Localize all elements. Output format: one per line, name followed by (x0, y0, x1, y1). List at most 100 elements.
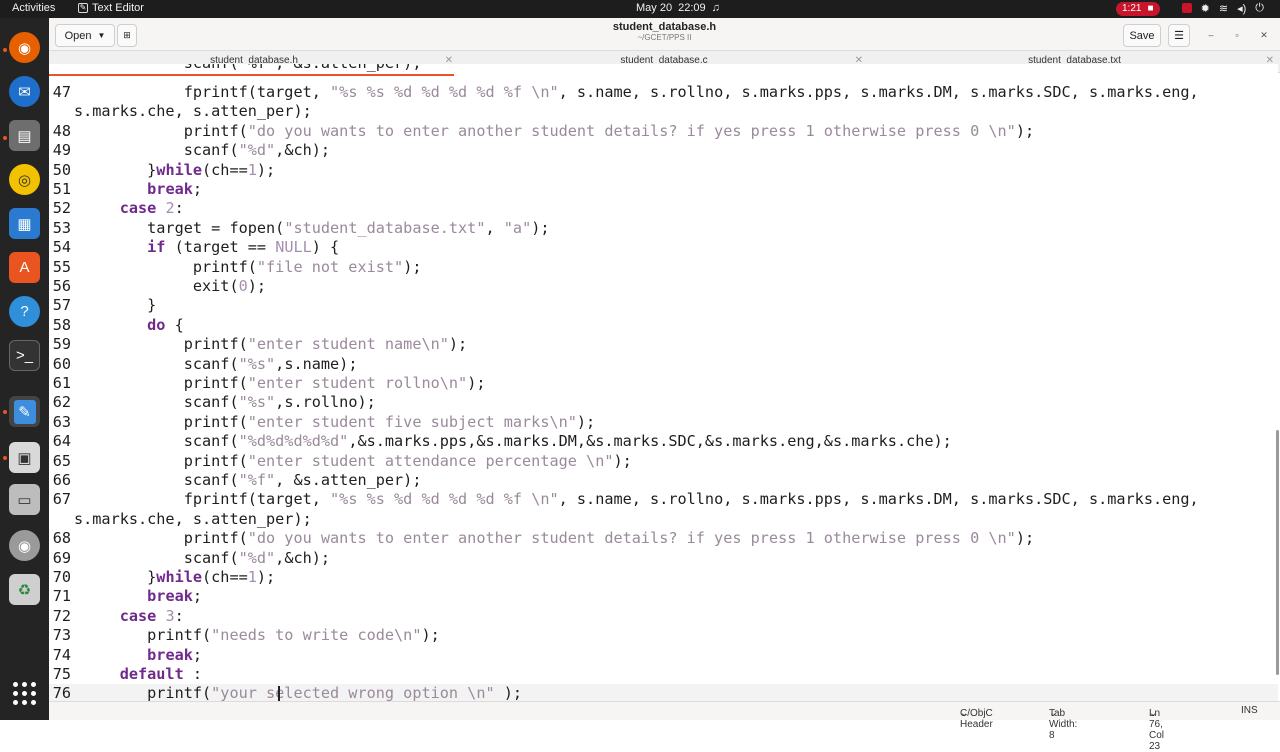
code-text: scanf("%d%d%d%d%d",&s.marks.pps,&s.marks… (74, 432, 952, 451)
minimize-button[interactable]: – (1204, 28, 1218, 42)
code-line[interactable]: 70 }while(ch==1); (49, 568, 1278, 587)
code-line[interactable]: s.marks.che, s.atten_per); (49, 102, 1278, 121)
code-line[interactable]: 67 fprintf(target, "%s %s %d %d %d %d %f… (49, 490, 1278, 509)
thunderbird-icon[interactable]: ✉ (9, 76, 40, 107)
code-line[interactable]: 63 printf("enter student five subject ma… (49, 413, 1278, 432)
code-token: fprintf(target, (74, 490, 331, 509)
code-line[interactable]: 66 scanf("%f", &s.atten_per); (49, 471, 1278, 490)
code-line[interactable]: 59 printf("enter student name\n"); (49, 335, 1278, 354)
code-line[interactable]: 73 printf("needs to write code\n"); (49, 626, 1278, 645)
code-token: : (174, 606, 184, 625)
code-line[interactable]: 50 }while(ch==1); (49, 161, 1278, 180)
code-token: ,&ch); (275, 548, 331, 567)
terminal-icon[interactable]: >_ (9, 340, 40, 371)
firefox-icon[interactable]: ◉ (9, 32, 40, 63)
code-line[interactable]: 55 printf("file not exist"); (49, 258, 1278, 277)
code-line[interactable]: 60 scanf("%s",s.name); (49, 355, 1278, 374)
system-tray[interactable]: ✹ ≋ ◂) ⏻ (1181, 2, 1264, 15)
code-line[interactable]: 56 exit(0); (49, 277, 1278, 296)
screenshot-app-icon[interactable]: ▣ (9, 442, 40, 473)
code-token: printf( (74, 684, 212, 703)
editor-scrollbar[interactable] (1276, 430, 1279, 675)
trash-icon[interactable]: ♻ (9, 574, 40, 605)
code-line[interactable]: s.marks.che, s.atten_per); (49, 510, 1278, 529)
code-text: break; (74, 646, 202, 665)
code-text: printf("enter student rollno\n"); (74, 374, 486, 393)
line-number: 74 (52, 645, 71, 664)
text-editor-icon[interactable]: ✎ (9, 396, 40, 427)
clock[interactable]: May 20 22:09 ♫ (636, 2, 720, 14)
code-line[interactable]: 75 default : (49, 665, 1278, 684)
maximize-button[interactable]: ▫ (1230, 28, 1244, 42)
main-menu-button[interactable]: ☰ (1168, 24, 1190, 47)
show-apps-icon[interactable] (13, 682, 37, 706)
disc-icon[interactable]: ◉ (9, 530, 40, 561)
files-icon[interactable]: ▤ (9, 120, 40, 151)
code-token: ); (494, 684, 523, 703)
open-button[interactable]: Open ▼ (55, 24, 115, 47)
code-token: 1 (247, 160, 257, 179)
writer-icon[interactable]: ▦ (9, 208, 40, 239)
code-token: ); (1015, 121, 1035, 140)
code-line[interactable]: 47 fprintf(target, "%s %s %d %d %d %d %f… (49, 83, 1278, 102)
activities-button[interactable]: Activities (12, 2, 55, 14)
new-document-button[interactable]: ⊞ (117, 24, 137, 47)
close-button[interactable]: ✕ (1257, 28, 1271, 42)
document-path: ~/GCET/PPS II (637, 33, 692, 42)
code-token: NULL (275, 238, 312, 257)
code-token: target = fopen( (74, 218, 285, 237)
code-token: "%f" (238, 471, 276, 489)
code-line[interactable]: 53 target = fopen("student_database.txt"… (49, 219, 1278, 238)
drive-icon[interactable]: ▭ (9, 484, 40, 515)
line-number: 56 (52, 277, 71, 295)
code-line[interactable]: 69 scanf("%d",&ch); (49, 549, 1278, 568)
code-line[interactable]: 49 scanf("%d",&ch); (49, 141, 1278, 160)
code-token: : (183, 665, 203, 683)
code-token: ); (467, 374, 486, 392)
code-token: break (147, 645, 193, 664)
app-menu[interactable]: ✎ Text Editor (78, 2, 144, 14)
code-token: ); (613, 451, 632, 470)
save-button[interactable]: Save (1123, 24, 1161, 47)
recording-indicator[interactable]: 1:21 ■ (1116, 2, 1160, 16)
code-token: while (156, 568, 203, 586)
code-line[interactable]: 58 do { (49, 316, 1278, 335)
code-token: : (174, 199, 184, 218)
code-token: do (147, 315, 166, 334)
code-line[interactable]: 51 break; (49, 180, 1278, 199)
help-icon[interactable]: ? (9, 296, 40, 327)
line-number: 50 (52, 160, 71, 179)
code-line[interactable]: 52 case 2: (49, 199, 1278, 218)
app-center-icon[interactable]: A (9, 252, 40, 283)
code-line[interactable]: 61 printf("enter student rollno\n"); (49, 374, 1278, 393)
code-line[interactable]: 48 printf("do you wants to enter another… (49, 122, 1278, 141)
line-number: 66 (52, 471, 71, 489)
code-line[interactable]: 57 } (49, 296, 1278, 315)
code-line[interactable]: 68 printf("do you wants to enter another… (49, 529, 1278, 548)
code-line[interactable]: 71 break; (49, 587, 1278, 606)
code-line[interactable]: 74 break; (49, 646, 1278, 665)
rhythmbox-icon[interactable]: ◎ (9, 164, 40, 195)
code-line[interactable]: 54 if (target == NULL) { (49, 238, 1278, 257)
code-token: "%s" (238, 354, 276, 373)
code-line[interactable]: 65 printf("enter student attendance perc… (49, 452, 1278, 471)
code-text: printf("enter student attendance percent… (74, 452, 632, 471)
save-label: Save (1129, 29, 1155, 42)
code-text: break; (74, 587, 202, 606)
chevron-down-icon: ⌄ (1049, 708, 1058, 719)
code-line[interactable]: 72 case 3: (49, 607, 1278, 626)
code-line-partial[interactable]: scanf("%f", &s.atten_per); (49, 64, 1278, 73)
line-number: 65 (52, 451, 71, 470)
code-token: "enter student rollno\n" (247, 374, 468, 392)
header-bar: student_database.h ~/GCET/PPS II Open ▼ … (49, 18, 1280, 51)
code-token: s.marks.che, s.atten_per); (74, 102, 312, 121)
running-indicator (3, 136, 7, 140)
code-text: }while(ch==1); (74, 568, 275, 587)
code-line[interactable]: 62 scanf("%s",s.rollno); (49, 393, 1278, 412)
code-line[interactable]: 64 scanf("%d%d%d%d%d",&s.marks.pps,&s.ma… (49, 432, 1278, 451)
running-indicator (3, 410, 7, 414)
code-editor[interactable]: scanf("%f", &s.atten_per); 47 fprintf(tar… (49, 64, 1278, 705)
